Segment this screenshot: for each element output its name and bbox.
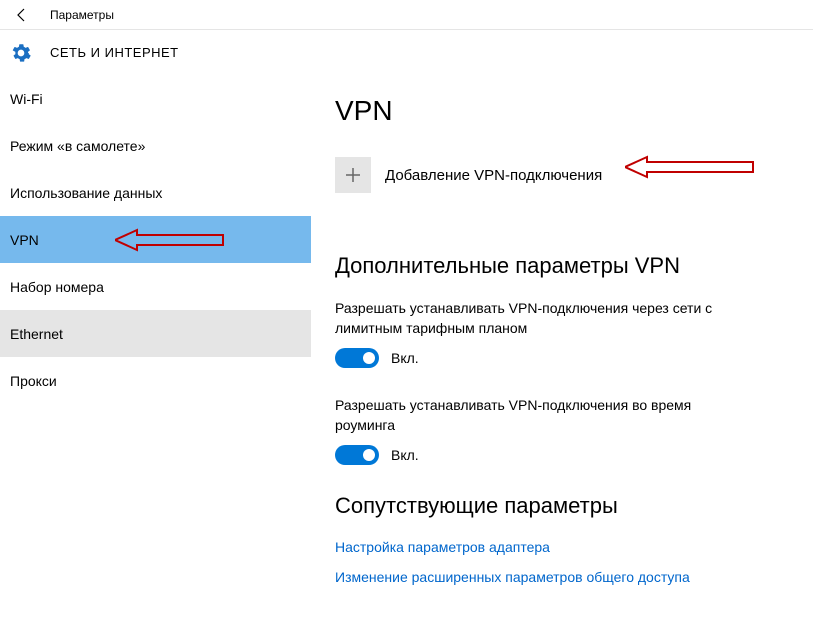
toggle-metered-label: Вкл.: [391, 350, 419, 366]
sidebar-item-wifi[interactable]: Wi-Fi: [0, 75, 311, 122]
header: СЕТЬ И ИНТЕРНЕТ: [0, 30, 813, 75]
toggle-row-roaming: Вкл.: [335, 445, 789, 465]
sidebar-item-label: Использование данных: [10, 185, 162, 201]
add-vpn-button[interactable]: Добавление VPN-подключения: [335, 157, 789, 193]
annotation-arrow: [625, 155, 755, 179]
content: VPN Добавление VPN-подключения Дополните…: [311, 75, 813, 634]
setting-metered-desc: Разрешать устанавливать VPN-подключения …: [335, 299, 755, 338]
sidebar-item-data-usage[interactable]: Использование данных: [0, 169, 311, 216]
sidebar-item-label: Wi-Fi: [10, 91, 43, 107]
page-title: VPN: [335, 95, 789, 127]
annotation-arrow: [115, 228, 225, 252]
sidebar-item-vpn[interactable]: VPN: [0, 216, 311, 263]
sidebar-item-label: Прокси: [10, 373, 57, 389]
add-vpn-label: Добавление VPN-подключения: [385, 167, 602, 184]
toggle-row-metered: Вкл.: [335, 348, 789, 368]
related-section-title: Сопутствующие параметры: [335, 493, 789, 519]
link-sharing-settings[interactable]: Изменение расширенных параметров общего …: [335, 569, 789, 585]
plus-icon: [335, 157, 371, 193]
back-button[interactable]: [8, 1, 36, 29]
sidebar-item-label: Набор номера: [10, 279, 104, 295]
sidebar: Wi-Fi Режим «в самолете» Использование д…: [0, 75, 311, 634]
setting-roaming-desc: Разрешать устанавливать VPN-подключения …: [335, 396, 755, 435]
advanced-section-title: Дополнительные параметры VPN: [335, 253, 789, 279]
sidebar-item-ethernet[interactable]: Ethernet: [0, 310, 311, 357]
arrow-left-icon: [14, 7, 30, 23]
titlebar: Параметры: [0, 0, 813, 30]
window-title: Параметры: [50, 8, 114, 22]
link-adapter-settings[interactable]: Настройка параметров адаптера: [335, 539, 789, 555]
toggle-roaming[interactable]: [335, 445, 379, 465]
sidebar-item-proxy[interactable]: Прокси: [0, 357, 311, 404]
toggle-roaming-label: Вкл.: [391, 447, 419, 463]
header-title: СЕТЬ И ИНТЕРНЕТ: [50, 45, 179, 60]
gear-icon: [10, 42, 32, 64]
sidebar-item-label: Режим «в самолете»: [10, 138, 145, 154]
sidebar-item-label: Ethernet: [10, 326, 63, 342]
toggle-metered[interactable]: [335, 348, 379, 368]
sidebar-item-airplane[interactable]: Режим «в самолете»: [0, 122, 311, 169]
sidebar-item-dialup[interactable]: Набор номера: [0, 263, 311, 310]
sidebar-item-label: VPN: [10, 232, 39, 248]
